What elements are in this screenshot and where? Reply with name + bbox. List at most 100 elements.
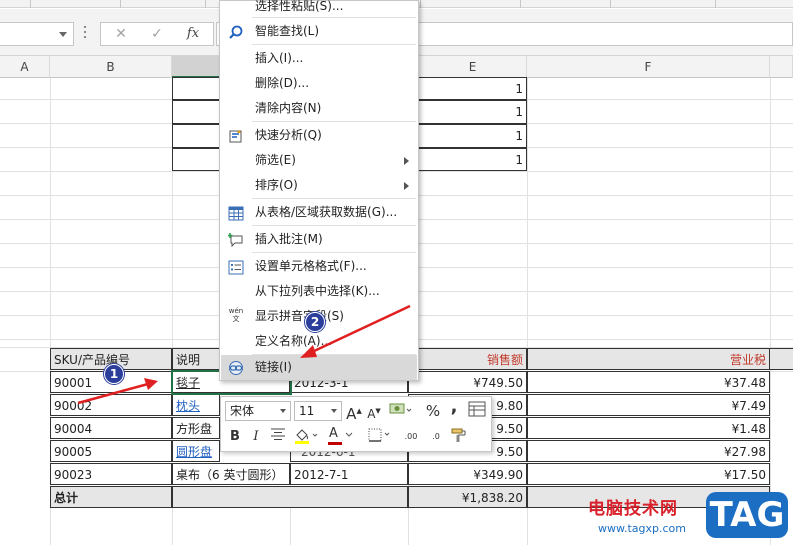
watermark-logo: 电脑技术网 www.tagxp.com TAG [578, 490, 793, 545]
menu-item-label: 排序(O) [255, 178, 298, 192]
cell-desc[interactable]: 枕头 [172, 394, 220, 416]
cell-date[interactable]: 2012-7-1 [290, 463, 408, 485]
grid-cell[interactable] [172, 77, 220, 100]
insert-function-button[interactable]: fx [181, 25, 205, 43]
table-format-button[interactable] [467, 401, 487, 421]
grid-cell[interactable] [172, 100, 220, 124]
cell-sku[interactable]: 90004 [50, 417, 172, 439]
total-label[interactable]: 总计 [50, 486, 172, 508]
menu-item-smart-lookup[interactable]: 智能查找(L) [221, 19, 417, 44]
step-badge-2: 2 [305, 312, 325, 332]
grid-cell[interactable] [172, 486, 408, 508]
menu-item-label: 删除(D)... [255, 76, 310, 90]
menu-item-define-name[interactable]: 定义名称(A)... [221, 329, 417, 354]
cell-tax[interactable]: ¥7.49 [527, 394, 770, 416]
cell-e-value[interactable]: 1 [408, 77, 527, 100]
grid-cell[interactable] [770, 348, 793, 370]
column-header-g[interactable] [770, 56, 793, 78]
menu-item-label: 设置单元格格式(F)... [255, 259, 367, 273]
fill-color-icon [295, 429, 318, 444]
menu-item-format-cells[interactable]: 设置单元格格式(F)... [221, 254, 417, 279]
menu-item-delete[interactable]: 删除(D)... [221, 71, 417, 96]
percent-style-button[interactable]: % [424, 401, 442, 421]
comment-icon [228, 232, 244, 248]
fill-color-button[interactable] [291, 427, 323, 447]
cell-tax[interactable]: ¥37.48 [527, 371, 770, 393]
align-center-icon [271, 428, 285, 440]
format-painter-icon [451, 428, 466, 442]
grid-cell[interactable] [172, 124, 220, 148]
cell-e-value[interactable]: 1 [408, 100, 527, 124]
number-format-button[interactable] [387, 401, 415, 421]
cell-e-value[interactable]: 1 [408, 124, 527, 148]
column-header-b[interactable]: B [50, 56, 172, 78]
font-name-value: 宋体 [230, 404, 255, 418]
step-badge-1: 1 [104, 364, 124, 384]
menu-item-label: 插入(I)... [255, 51, 304, 65]
bold-button[interactable]: B [226, 427, 244, 447]
cell-desc[interactable]: 圆形盘 [172, 440, 220, 462]
search-icon [228, 24, 244, 39]
total-sales[interactable]: ¥1,838.20 [408, 486, 527, 508]
cell-desc[interactable]: 桌布（6 英寸圆形） [172, 463, 290, 485]
chevron-down-icon[interactable] [59, 32, 67, 37]
menu-item-filter[interactable]: 筛选(E) [221, 148, 417, 173]
column-header-e[interactable]: E [419, 56, 527, 78]
italic-button[interactable]: I [248, 427, 264, 447]
drag-handle-icon[interactable] [83, 26, 87, 40]
font-name-select[interactable]: 宋体 [225, 401, 291, 421]
cell-desc[interactable]: 方形盘 [172, 417, 220, 439]
header-sales[interactable]: 销售额 [408, 348, 527, 370]
cell-tax[interactable]: ¥27.98 [527, 440, 770, 462]
header-desc[interactable]: 说明 [172, 348, 220, 370]
decrease-decimal-button[interactable]: .0 [425, 427, 447, 447]
font-color-button[interactable]: A [327, 426, 359, 447]
cell-sales[interactable]: ¥349.90 [408, 463, 527, 485]
menu-item-label: 链接(I) [255, 360, 292, 374]
font-size-value: 11 [299, 404, 315, 418]
table-icon [228, 205, 244, 221]
menu-item-label: 定义名称(A)... [255, 334, 333, 348]
grow-font-button[interactable]: A▲ [345, 401, 363, 423]
header-tax[interactable]: 营业税 [527, 348, 770, 370]
increase-decimal-button[interactable]: .00 [399, 427, 423, 447]
cell-sku[interactable]: 90005 [50, 440, 172, 462]
cell-e-value[interactable]: 1 [408, 148, 527, 171]
menu-item-insert-comment[interactable]: 插入批注(M) [221, 227, 417, 252]
column-header-f[interactable]: F [527, 56, 770, 78]
align-center-button[interactable] [269, 427, 287, 447]
name-box[interactable] [0, 22, 74, 46]
column-header-a[interactable]: A [0, 56, 50, 78]
grid-cell[interactable] [172, 148, 220, 171]
cell-sales[interactable]: ¥749.50 [408, 371, 527, 393]
chevron-down-icon [280, 409, 286, 413]
decrease-decimal-glyph: .0 [432, 432, 440, 441]
grow-font-glyph: A [346, 405, 357, 423]
confirm-icon[interactable]: ✓ [145, 25, 169, 43]
font-size-select[interactable]: 11 [294, 401, 342, 421]
cancel-icon[interactable]: ✕ [109, 25, 133, 43]
menu-item-pick-from-list[interactable]: 从下拉列表中选择(K)... [221, 279, 417, 304]
phonetic-icon: wén 文 [228, 307, 244, 327]
mini-toolbar: 宋体 11 A▲ A▼ % , B I A .00 .0 [220, 396, 492, 452]
chevron-down-icon [345, 432, 353, 437]
borders-button[interactable] [365, 427, 395, 447]
format-painter-button[interactable] [449, 427, 469, 447]
menu-item-insert[interactable]: 插入(I)... [221, 46, 417, 71]
menu-item-quick-analysis[interactable]: 快速分析(Q) [221, 123, 417, 148]
menu-item-link[interactable]: 链接(I) [221, 355, 417, 380]
menu-item-label: 快速分析(Q) [255, 128, 322, 142]
menu-item-sort[interactable]: 排序(O) [221, 173, 417, 198]
cell-sku[interactable]: 90002 [50, 394, 172, 416]
menu-item-clear-contents[interactable]: 清除内容(N) [221, 96, 417, 121]
cell-tax[interactable]: ¥17.50 [527, 463, 770, 485]
cell-sku[interactable]: 90023 [50, 463, 172, 485]
shrink-font-button[interactable]: A▼ [365, 401, 383, 421]
comma-style-button[interactable]: , [447, 397, 461, 417]
menu-item-get-data[interactable]: 从表格/区域获取数据(G)... [221, 200, 417, 225]
menu-item-label: 插入批注(M) [255, 232, 323, 246]
chevron-right-icon [404, 157, 409, 165]
cell-tax[interactable]: ¥1.48 [527, 417, 770, 439]
column-header-c[interactable] [172, 56, 220, 78]
menu-item-label: 选择性粘贴(S)... [255, 0, 344, 13]
